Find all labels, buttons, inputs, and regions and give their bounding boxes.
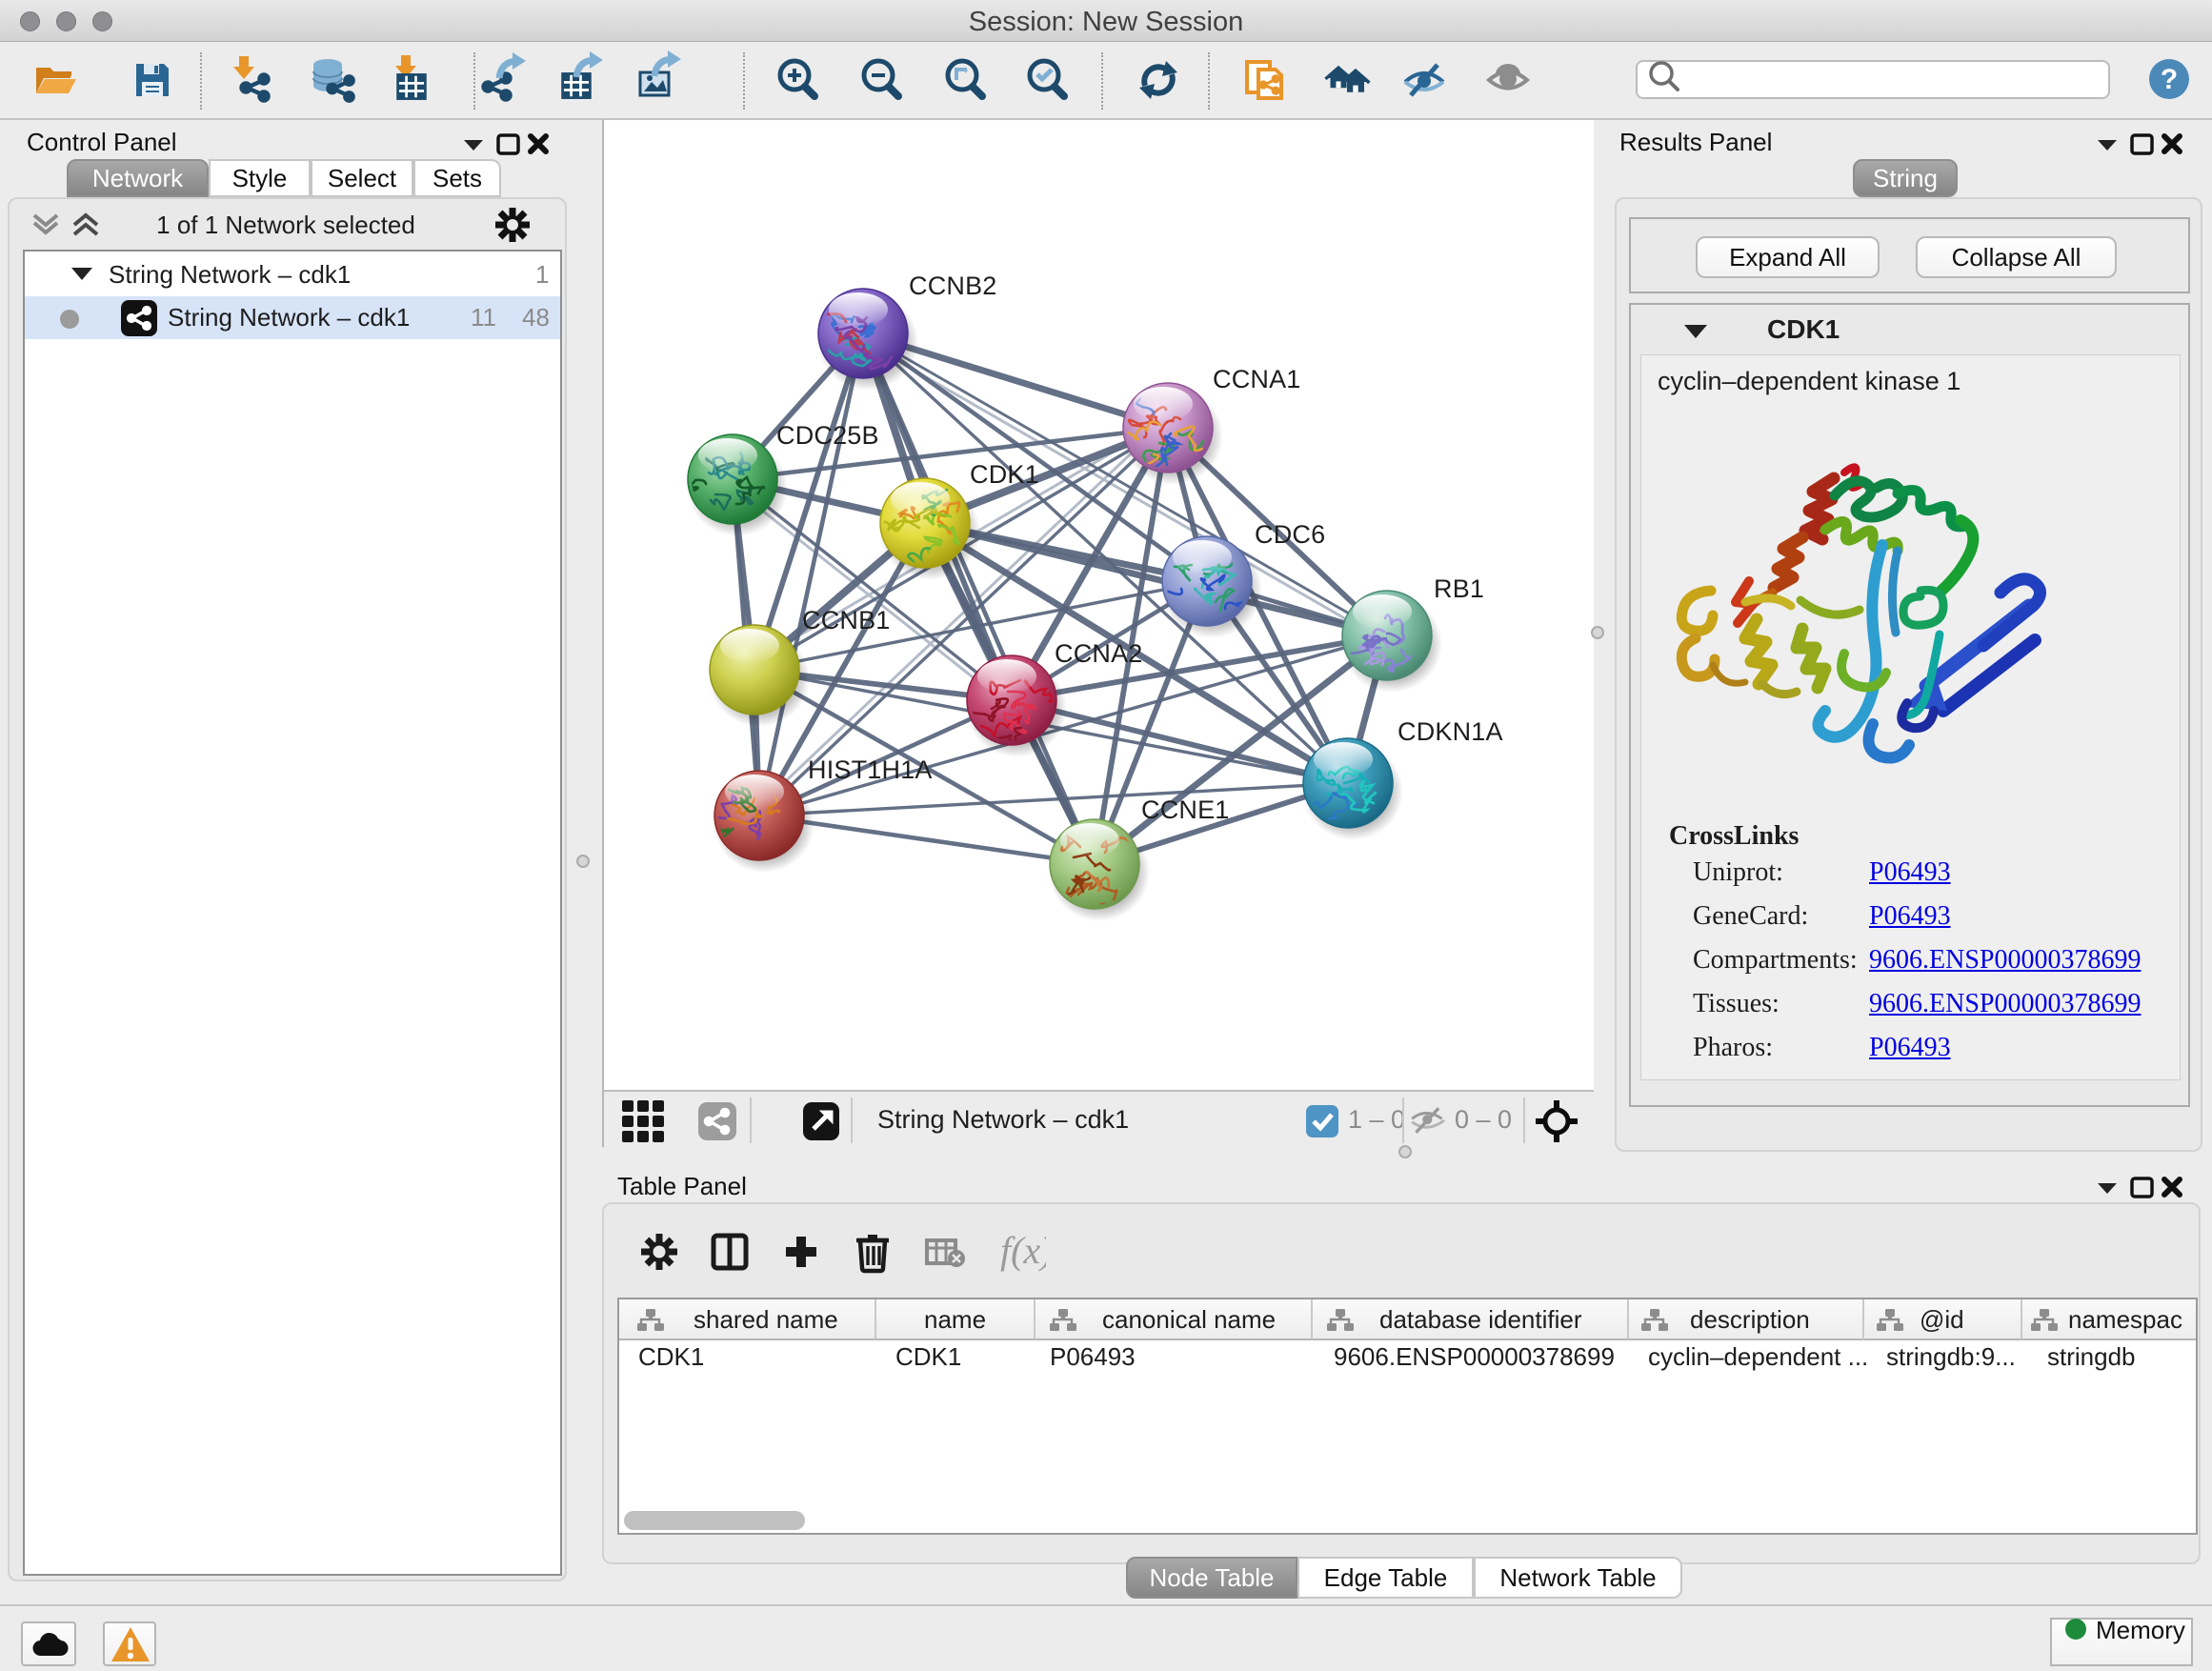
svg-text:CDKN1A: CDKN1A [1398,717,1503,746]
svg-text:f(x): f(x) [1000,1229,1046,1272]
svg-text:CCNA2: CCNA2 [1055,639,1143,668]
svg-text:CCNE1: CCNE1 [1141,795,1230,824]
svg-text:CDK1: CDK1 [970,460,1039,489]
svg-text:?: ? [2161,64,2178,95]
svg-text:CCNA1: CCNA1 [1213,365,1301,393]
svg-text:CCNB2: CCNB2 [909,272,997,300]
svg-text:CDC6: CDC6 [1255,520,1325,549]
svg-text:CCNB1: CCNB1 [802,606,891,634]
svg-text:HIST1H1A: HIST1H1A [808,755,933,784]
svg-text:RB1: RB1 [1434,574,1484,603]
svg-text:CDC25B: CDC25B [776,421,879,450]
